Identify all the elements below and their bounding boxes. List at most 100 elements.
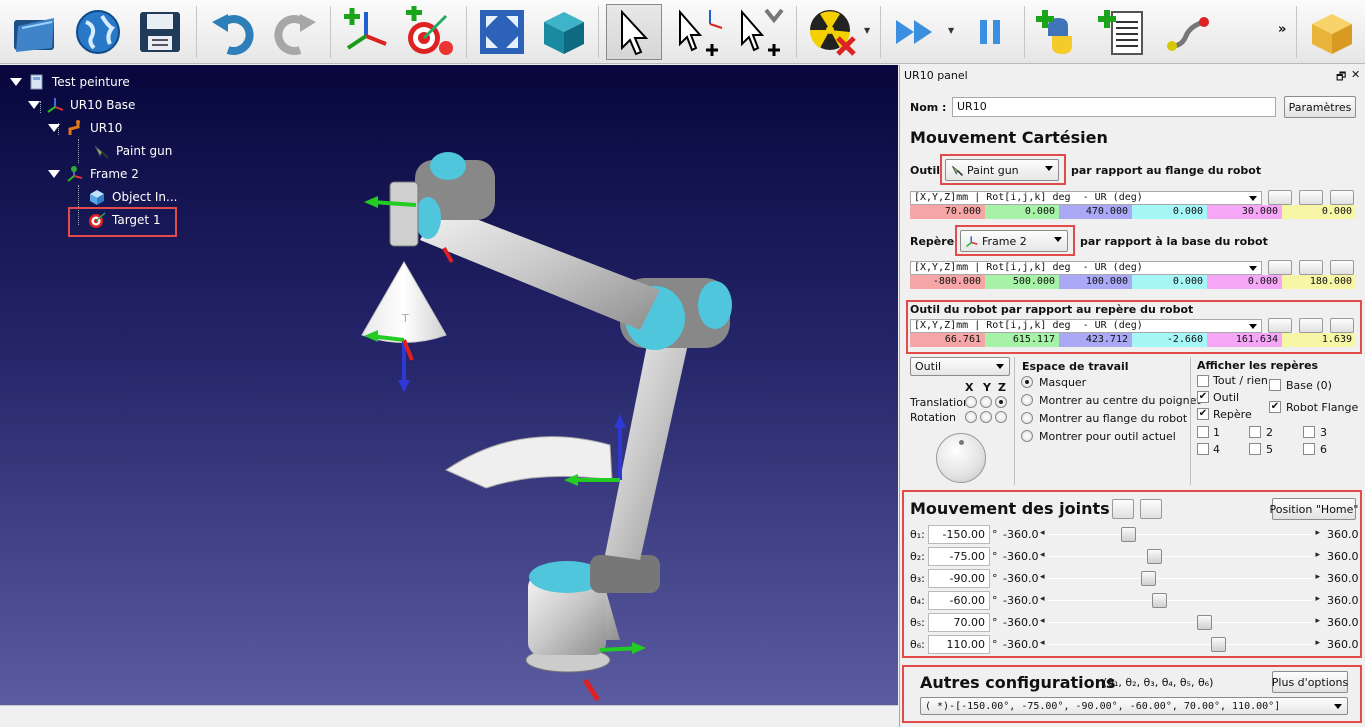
robot-tool-ry-value[interactable]: 161.634	[1207, 333, 1282, 347]
open-folder-icon[interactable]	[6, 4, 62, 60]
workspace-hide-radio[interactable]	[1021, 376, 1033, 388]
ref-x-value[interactable]: -800.000	[910, 275, 985, 289]
ref-format-select[interactable]: [X,Y,Z]mm | Rot[i,j,k] deg - UR (deg)	[910, 261, 1262, 275]
frames-flange-checkbox[interactable]: ✔	[1269, 401, 1281, 413]
frame-5-checkbox[interactable]	[1249, 443, 1261, 455]
frame-4-checkbox[interactable]	[1197, 443, 1209, 455]
move-frame-icon[interactable]	[670, 4, 726, 60]
jog-mode-select[interactable]: Outil	[910, 357, 1010, 376]
save-icon[interactable]	[132, 4, 188, 60]
path-icon[interactable]	[1160, 4, 1216, 60]
slider-thumb[interactable]	[1146, 549, 1162, 564]
slider-thumb[interactable]	[1210, 637, 1226, 652]
robot-tool-y-value[interactable]: 615.117	[985, 333, 1059, 347]
slider-thumb[interactable]	[1141, 571, 1157, 586]
add-frame-icon[interactable]	[338, 4, 394, 60]
jog-dial[interactable]	[936, 433, 986, 483]
add-program-icon[interactable]	[1094, 4, 1150, 60]
robot-tool-format-select[interactable]: [X,Y,Z]mm | Rot[i,j,k] deg - UR (deg)	[910, 319, 1262, 333]
copy-joints-button[interactable]	[1112, 499, 1134, 519]
joint-2-value[interactable]: -75.00	[928, 547, 990, 566]
workspace-wrist-radio[interactable]	[1021, 394, 1033, 406]
copy-button[interactable]	[1268, 260, 1292, 275]
fit-view-icon[interactable]	[474, 4, 530, 60]
frames-ref-checkbox[interactable]: ✔	[1197, 408, 1209, 420]
more-options-button[interactable]: Plus d'options	[1272, 671, 1348, 693]
robot-name-field[interactable]: UR10	[952, 97, 1276, 117]
tool-format-select[interactable]: [X,Y,Z]mm | Rot[i,j,k] deg - UR (deg)	[910, 191, 1262, 205]
robot-tool-x-value[interactable]: 66.761	[910, 333, 985, 347]
copy-button[interactable]	[1268, 190, 1292, 205]
ref-y-value[interactable]: 500.000	[985, 275, 1059, 289]
menu-button[interactable]	[1330, 318, 1354, 333]
tool-rx-value[interactable]: 0.000	[1132, 205, 1207, 219]
3d-viewport[interactable]: Test peinture UR10 Base UR10 Paint gun F…	[0, 65, 898, 705]
workspace-tool-radio[interactable]	[1021, 430, 1033, 442]
frames-base-checkbox[interactable]	[1269, 379, 1281, 391]
joint-2-slider[interactable]: ◂ ▸	[1040, 547, 1320, 566]
add-python-icon[interactable]	[1032, 4, 1088, 60]
paste-joints-button[interactable]	[1140, 499, 1162, 519]
robot-tool-rz-value[interactable]: 1.639	[1282, 333, 1356, 347]
translation-y-radio[interactable]	[980, 396, 992, 408]
toolbar-overflow-button[interactable]: »	[1278, 22, 1286, 37]
joint-1-value[interactable]: -150.00	[928, 525, 990, 544]
joint-3-value[interactable]: -90.00	[928, 569, 990, 588]
joint-3-slider[interactable]: ◂ ▸	[1040, 569, 1320, 588]
frame-3-checkbox[interactable]	[1303, 426, 1315, 438]
globe-icon[interactable]	[70, 4, 126, 60]
3d-view-icon[interactable]	[536, 4, 592, 60]
frames-tool-checkbox[interactable]: ✔	[1197, 391, 1209, 403]
ref-rx-value[interactable]: 0.000	[1132, 275, 1207, 289]
robot-tool-rx-value[interactable]: -2.660	[1132, 333, 1207, 347]
joint-6-value[interactable]: 110.00	[928, 635, 990, 654]
tool-rz-value[interactable]: 0.000	[1282, 205, 1356, 219]
menu-button[interactable]	[1330, 190, 1354, 205]
rotation-z-radio[interactable]	[995, 411, 1007, 423]
ref-ry-value[interactable]: 0.000	[1207, 275, 1282, 289]
rotation-y-radio[interactable]	[980, 411, 992, 423]
tool-y-value[interactable]: 0.000	[985, 205, 1059, 219]
redo-icon[interactable]	[266, 4, 322, 60]
float-panel-icon[interactable]: 🗗	[1336, 68, 1346, 87]
undo-icon[interactable]	[206, 4, 262, 60]
robot-tool-z-value[interactable]: 423.712	[1059, 333, 1132, 347]
move-robot-icon[interactable]	[732, 4, 788, 60]
home-position-button[interactable]: Position "Home"	[1270, 498, 1358, 520]
pause-icon[interactable]	[962, 4, 1018, 60]
ref-z-value[interactable]: 100.000	[1059, 275, 1132, 289]
paste-button[interactable]	[1299, 190, 1323, 205]
tool-z-value[interactable]: 470.000	[1059, 205, 1132, 219]
add-target-icon[interactable]	[400, 4, 456, 60]
slider-thumb[interactable]	[1196, 615, 1212, 630]
paste-button[interactable]	[1299, 260, 1323, 275]
menu-button[interactable]	[1330, 260, 1354, 275]
tool-x-value[interactable]: 70.000	[910, 205, 985, 219]
configuration-select[interactable]: ( *)-[-150.00°, -75.00°, -90.00°, -60.00…	[920, 697, 1348, 715]
select-pointer-icon[interactable]	[606, 4, 662, 60]
rotation-x-radio[interactable]	[965, 411, 977, 423]
joint-1-slider[interactable]: ◂ ▸	[1040, 525, 1320, 544]
translation-x-radio[interactable]	[965, 396, 977, 408]
joint-5-slider[interactable]: ◂ ▸	[1040, 613, 1320, 632]
workspace-flange-radio[interactable]	[1021, 412, 1033, 424]
translation-z-radio[interactable]	[995, 396, 1007, 408]
collision-icon[interactable]	[804, 4, 860, 60]
paste-button[interactable]	[1299, 318, 1323, 333]
joint-4-slider[interactable]: ◂ ▸	[1040, 591, 1320, 610]
joint-6-slider[interactable]: ◂ ▸	[1040, 635, 1320, 654]
frame-2-checkbox[interactable]	[1249, 426, 1261, 438]
slider-thumb[interactable]	[1151, 593, 1167, 608]
slider-thumb[interactable]	[1120, 527, 1136, 542]
joint-5-value[interactable]: 70.00	[928, 613, 990, 632]
parameters-button[interactable]: Paramètres	[1284, 96, 1356, 118]
copy-button[interactable]	[1268, 318, 1292, 333]
tool-ry-value[interactable]: 30.000	[1207, 205, 1282, 219]
frame-1-checkbox[interactable]	[1197, 426, 1209, 438]
ref-rz-value[interactable]: 180.000	[1282, 275, 1356, 289]
package-icon[interactable]	[1304, 4, 1360, 60]
fast-forward-icon[interactable]	[888, 4, 944, 60]
frames-all-checkbox[interactable]	[1197, 375, 1209, 387]
frame-6-checkbox[interactable]	[1303, 443, 1315, 455]
close-icon[interactable]: ✕	[1351, 68, 1360, 81]
